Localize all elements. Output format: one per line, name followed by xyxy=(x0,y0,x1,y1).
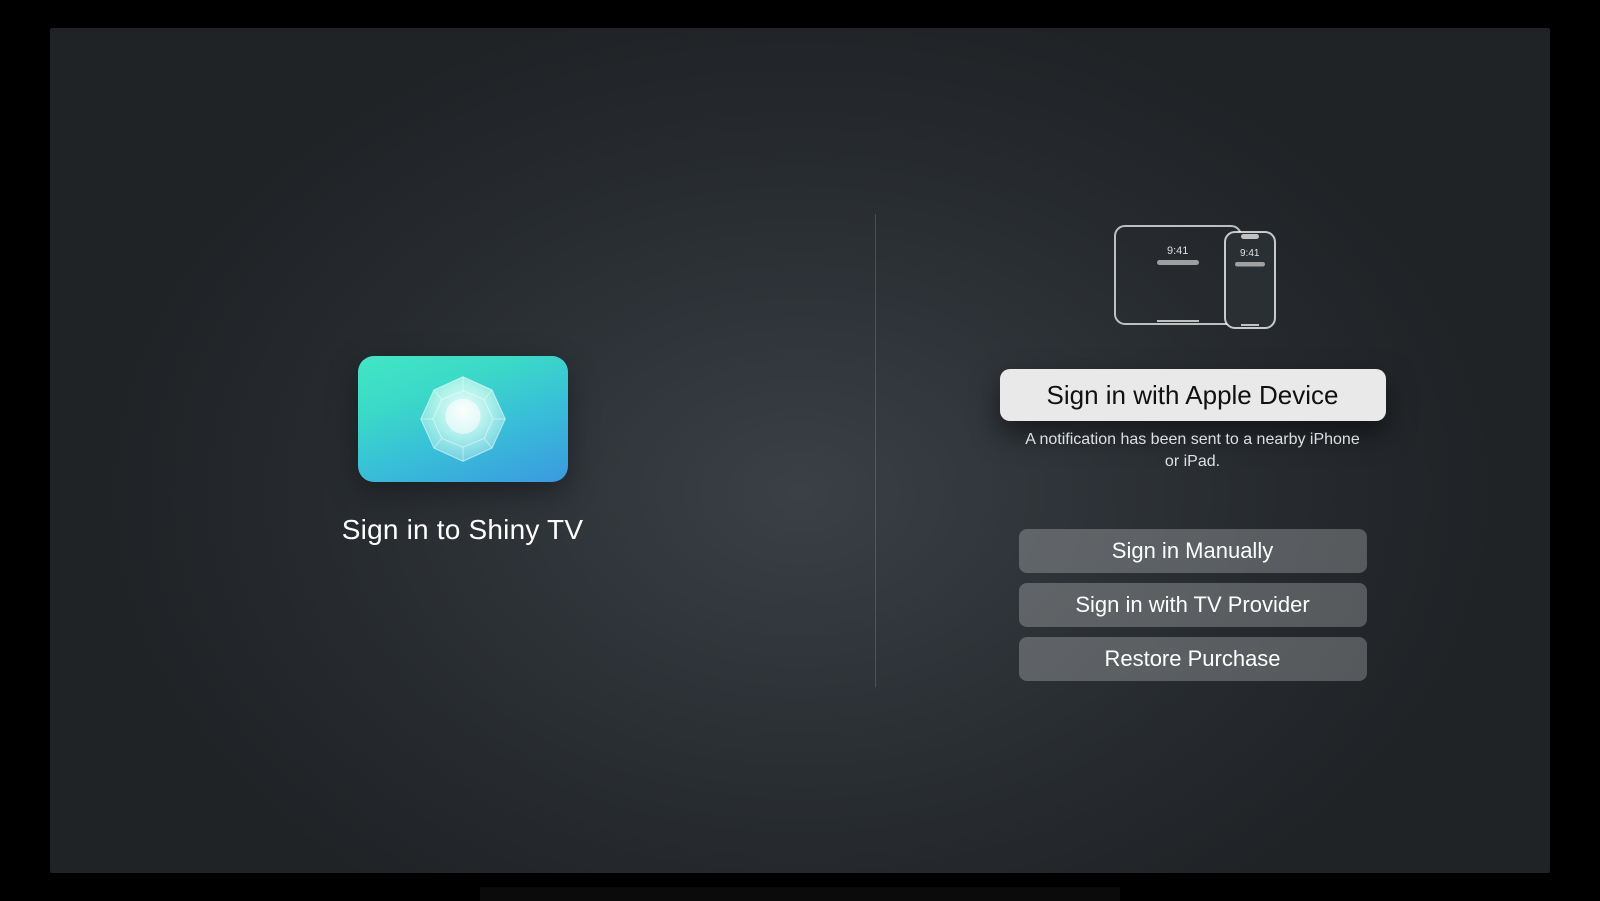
tv-stand xyxy=(480,887,1120,901)
gem-icon xyxy=(419,375,507,463)
primary-action-group: Sign in with Apple Device A notification… xyxy=(1000,369,1386,472)
devices-illustration: 9:41 9:41 xyxy=(1105,220,1281,341)
restore-purchase-button[interactable]: Restore Purchase xyxy=(1019,637,1367,681)
right-pane: 9:41 9:41 Sign in with Apple Device A no… xyxy=(875,28,1550,873)
primary-helper-text: A notification has been sent to a nearby… xyxy=(1023,429,1363,472)
page-title: Sign in to Shiny TV xyxy=(342,514,583,546)
sign-in-apple-device-button[interactable]: Sign in with Apple Device xyxy=(1000,369,1386,421)
tv-screen: Sign in to Shiny TV 9:41 9:41 Sign in wi… xyxy=(50,28,1550,873)
sign-in-manually-button[interactable]: Sign in Manually xyxy=(1019,529,1367,573)
secondary-action-group: Sign in Manually Sign in with TV Provide… xyxy=(1019,529,1367,681)
left-pane: Sign in to Shiny TV xyxy=(50,28,875,873)
iphone-time: 9:41 xyxy=(1240,248,1260,259)
sign-in-tv-provider-button[interactable]: Sign in with TV Provider xyxy=(1019,583,1367,627)
app-tile-icon xyxy=(358,356,568,482)
ipad-time: 9:41 xyxy=(1167,245,1188,257)
vertical-divider xyxy=(875,214,876,687)
